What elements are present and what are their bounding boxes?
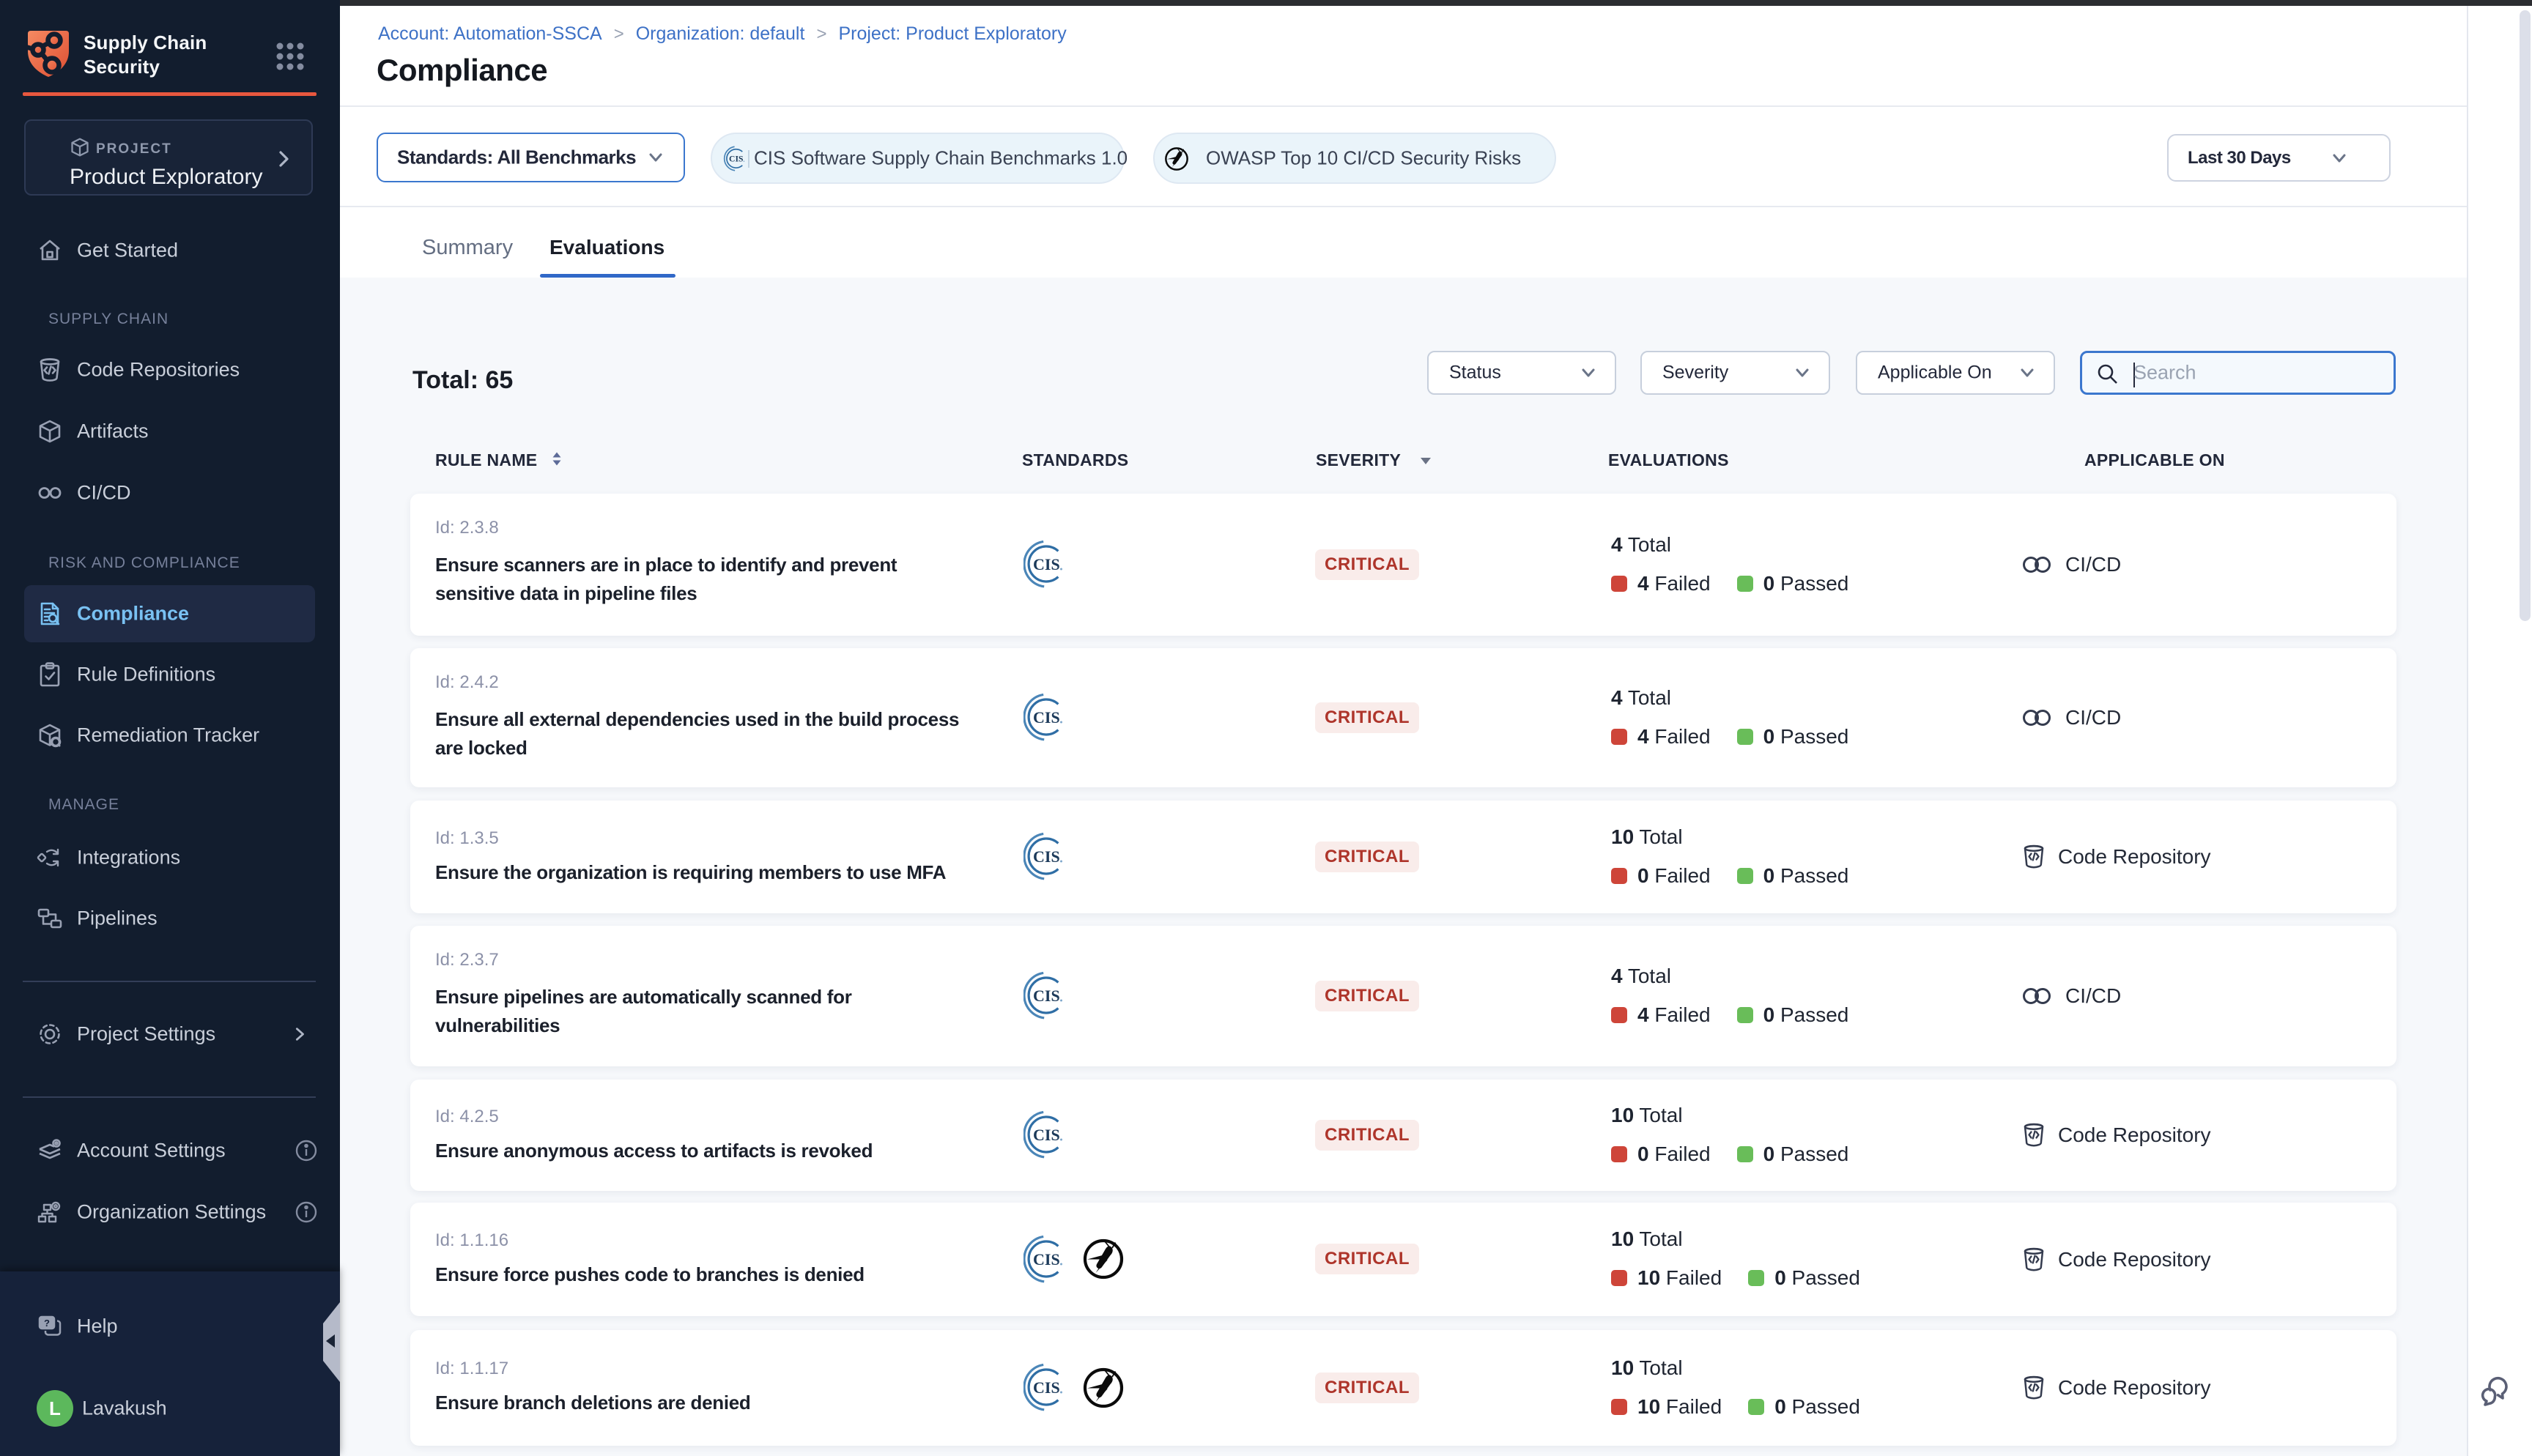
svg-text:?: ? xyxy=(44,1318,50,1329)
